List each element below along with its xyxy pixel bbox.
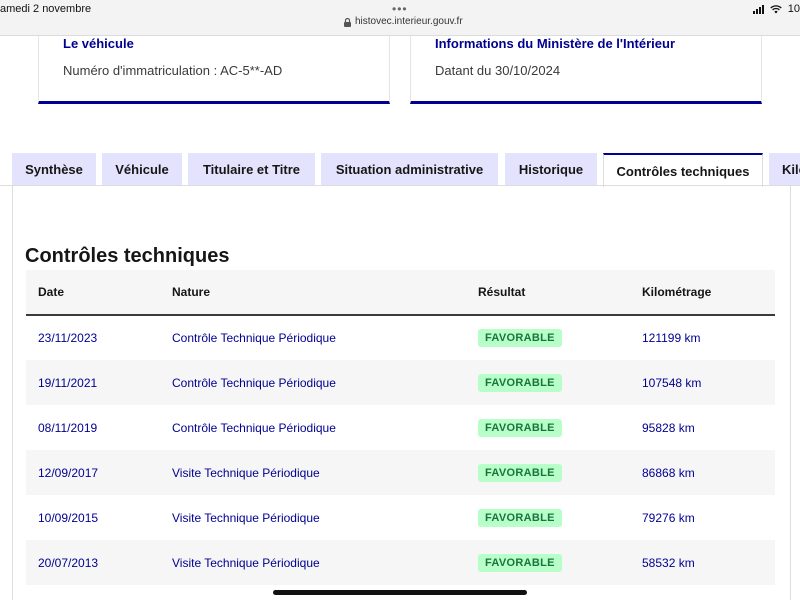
status-indicators: 10 (752, 3, 800, 15)
tab-kilometrage[interactable]: Kilo (769, 153, 800, 186)
address-bar[interactable]: histovec.interieur.gouv.fr (344, 16, 463, 27)
tab-list: Synthèse Véhicule Titulaire et Titre Sit… (0, 153, 800, 187)
table-row: 20/07/2013 Visite Technique Périodique F… (26, 540, 775, 585)
table-header-row: Date Nature Résultat Kilométrage (26, 270, 775, 315)
tab-vehicule[interactable]: Véhicule (102, 153, 182, 186)
table-row: 19/11/2021 Contrôle Technique Périodique… (26, 360, 775, 405)
row-date: 08/11/2019 (38, 420, 98, 435)
row-result-cell: FAVORABLE (466, 315, 630, 360)
row-result-cell: FAVORABLE (466, 540, 630, 585)
vehicle-card: Le véhicule Numéro d'immatriculation : A… (38, 36, 390, 104)
row-nature: Contrôle Technique Périodique (172, 420, 336, 435)
row-mileage: 86868 km (642, 465, 695, 480)
tab-overview-dots[interactable]: ••• (392, 2, 408, 16)
row-date: 19/11/2021 (38, 375, 98, 390)
status-badge: FAVORABLE (478, 329, 562, 347)
column-header-date: Date (38, 285, 65, 299)
row-mileage: 121199 km (642, 331, 701, 345)
browser-status-bar: amedi 2 novembre ••• histovec.interieur.… (0, 0, 800, 36)
row-result-cell: FAVORABLE (466, 360, 630, 405)
table-row: 08/11/2019 Contrôle Technique Périodique… (26, 405, 775, 450)
tab-historique[interactable]: Historique (505, 153, 597, 186)
tab-divider (0, 185, 800, 186)
status-badge: FAVORABLE (478, 463, 562, 482)
tab-controles-techniques[interactable]: Contrôles techniques (603, 153, 763, 187)
row-mileage: 58532 km (642, 555, 695, 570)
row-nature: Visite Technique Périodique (172, 510, 320, 525)
panel-border-left (12, 186, 13, 600)
row-mileage: 107548 km (642, 375, 702, 390)
tab-titulaire[interactable]: Titulaire et Titre (188, 153, 315, 186)
status-badge: FAVORABLE (478, 418, 562, 437)
status-badge: FAVORABLE (478, 508, 562, 527)
signal-icon (752, 4, 764, 14)
row-result-cell: FAVORABLE (466, 495, 630, 540)
section-title: Contrôles techniques (25, 245, 230, 267)
row-mileage: 95828 km (642, 420, 695, 435)
table-row: 12/09/2017 Visite Technique Périodique F… (26, 450, 775, 495)
status-badge: FAVORABLE (478, 553, 562, 572)
row-date: 10/09/2015 (38, 510, 99, 525)
vehicle-card-title: Le véhicule (63, 36, 134, 51)
row-nature: Contrôle Technique Périodique (172, 375, 336, 390)
row-date: 12/09/2017 (38, 465, 99, 480)
table-row: 10/09/2015 Visite Technique Périodique F… (26, 495, 775, 540)
technical-inspections-table: Date Nature Résultat Kilométrage 23/11/2… (26, 270, 775, 585)
tab-synthese[interactable]: Synthèse (12, 153, 96, 186)
row-nature: Visite Technique Périodique (172, 465, 320, 480)
row-mileage: 79276 km (642, 510, 695, 525)
row-date: 23/11/2023 (38, 331, 98, 345)
lock-icon (344, 17, 351, 27)
ministry-card: Informations du Ministère de l'Intérieur… (410, 36, 762, 104)
column-header-result: Résultat (478, 285, 526, 299)
row-result-cell: FAVORABLE (466, 405, 630, 450)
row-nature: Contrôle Technique Périodique (172, 331, 336, 345)
row-result-cell: FAVORABLE (466, 450, 630, 495)
registration-number: Numéro d'immatriculation : AC-5**-AD (63, 63, 283, 78)
row-date: 20/07/2013 (38, 555, 99, 570)
row-nature: Visite Technique Périodique (172, 555, 320, 570)
status-date: amedi 2 novembre (0, 3, 92, 15)
home-indicator[interactable] (273, 590, 527, 595)
url-text: histovec.interieur.gouv.fr (355, 16, 463, 27)
panel-border-right (790, 186, 791, 600)
tab-situation[interactable]: Situation administrative (321, 153, 498, 186)
wifi-icon (770, 4, 782, 14)
battery-percent: 10 (787, 3, 800, 15)
status-badge: FAVORABLE (478, 373, 562, 392)
column-header-mileage: Kilométrage (642, 285, 712, 299)
ministry-card-title: Informations du Ministère de l'Intérieur (435, 36, 676, 51)
table-row: 23/11/2023 Contrôle Technique Périodique… (26, 315, 775, 360)
column-header-nature: Nature (172, 285, 211, 299)
data-date: Datant du 30/10/2024 (435, 63, 561, 78)
